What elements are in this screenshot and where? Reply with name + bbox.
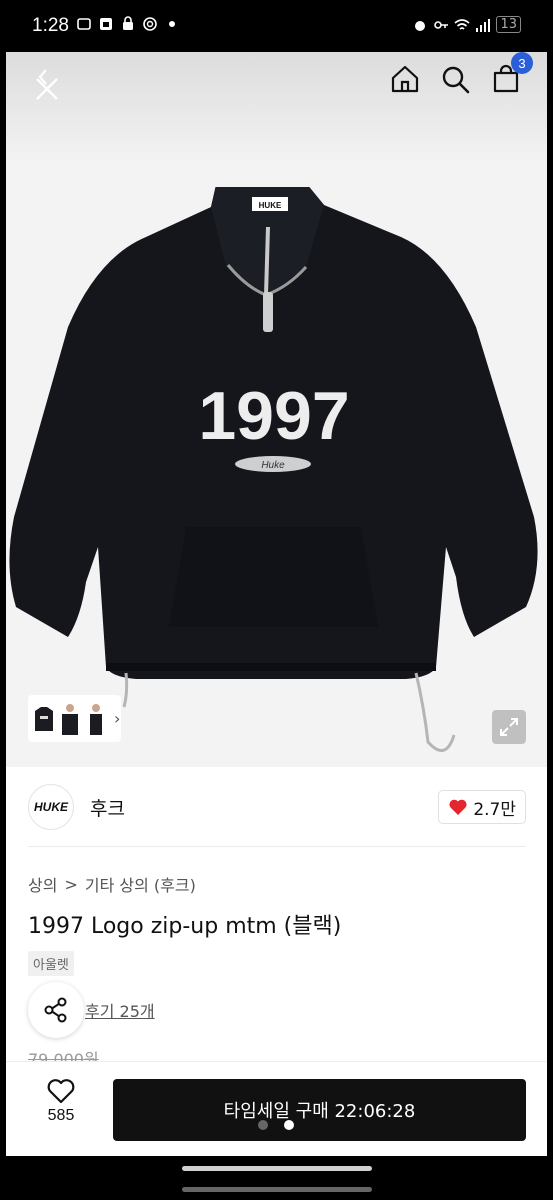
search-icon: [442, 66, 470, 94]
product-photo: HUKE 1997 Huke: [6, 183, 547, 757]
breadcrumb: 상의 > 기타 상의 (후크): [28, 872, 196, 896]
image-thumbnails[interactable]: ›: [28, 695, 121, 742]
reviews-link[interactable]: 후기 25개: [85, 998, 155, 1022]
brand-like-button[interactable]: 2.7만: [438, 790, 526, 824]
wifi-icon: [454, 18, 470, 30]
top-nav: 3: [6, 52, 547, 112]
signal-icon: [476, 18, 491, 32]
dot-icon: [169, 21, 175, 27]
thumbnail-side: [90, 703, 102, 735]
expand-icon: [500, 718, 518, 736]
alarm-icon: [415, 20, 426, 31]
wishlist-count: 585: [47, 1107, 75, 1124]
sweatshirt-illustration: HUKE 1997 Huke: [9, 183, 538, 752]
wishlist-button[interactable]: 585: [36, 1078, 86, 1138]
bottom-action-bar: 585 타임세일 구매 22:06:28: [6, 1061, 547, 1156]
breadcrumb-category[interactable]: 상의: [28, 872, 57, 896]
breadcrumb-separator-icon: >: [64, 874, 78, 894]
battery-indicator: 13: [496, 16, 521, 33]
status-right-icons: 13: [412, 16, 521, 33]
home-button[interactable]: [388, 62, 422, 96]
brand-name[interactable]: 후크: [90, 794, 125, 821]
breadcrumb-subcategory[interactable]: 기타 상의 (후크): [85, 872, 196, 896]
thumbnail-model: [62, 703, 78, 735]
page-dots: [258, 1120, 294, 1130]
close-icon: [36, 69, 58, 100]
expand-image-button[interactable]: [492, 710, 526, 744]
thumbnail-front: [35, 706, 53, 731]
home-icon: [391, 65, 419, 93]
cart-button[interactable]: 3: [489, 52, 533, 96]
timesale-buy-button[interactable]: 타임세일 구매 22:06:28: [113, 1079, 526, 1141]
key-icon: [434, 20, 449, 29]
product-title: 1997 Logo zip-up mtm (블랙): [28, 914, 342, 939]
status-time: 1:28: [32, 15, 69, 36]
back-close-button[interactable]: [32, 64, 62, 104]
lock-icon: [123, 16, 133, 30]
heart-outline-icon: [47, 1079, 75, 1104]
gesture-bar[interactable]: [182, 1166, 372, 1171]
brand-row: HUKE 후크 2.7만: [28, 784, 526, 832]
print-number: 1997: [198, 378, 349, 454]
app-frame: 3 HUKE 1997 Huke › HUKE 후크 2.7만 상의 > 기타 …: [6, 52, 547, 1156]
location-icon: [143, 17, 157, 31]
outlet-tag: 아울렛: [28, 951, 74, 976]
heart-filled-icon: [449, 799, 467, 815]
share-button[interactable]: [28, 982, 84, 1038]
chevron-right-icon: ›: [114, 709, 121, 728]
gesture-bar-secondary: [182, 1187, 372, 1192]
screenshot-icon: [77, 18, 91, 30]
search-button[interactable]: [438, 62, 472, 96]
page-dot-active: [284, 1120, 294, 1130]
collar-tag-text: HUKE: [259, 201, 282, 210]
brand-logo[interactable]: HUKE: [28, 784, 74, 830]
divider: [28, 846, 526, 847]
brand-like-count: 2.7만: [473, 799, 516, 820]
gallery-icon: [100, 18, 112, 30]
cart-count-badge: 3: [511, 52, 533, 74]
product-image-area[interactable]: 3 HUKE 1997 Huke ›: [6, 52, 547, 767]
status-left-icons: [76, 16, 180, 32]
status-bar: 1:28 13: [0, 0, 553, 52]
share-icon: [44, 997, 67, 1023]
page-dot: [258, 1120, 268, 1130]
print-logo: Huke: [261, 460, 285, 471]
